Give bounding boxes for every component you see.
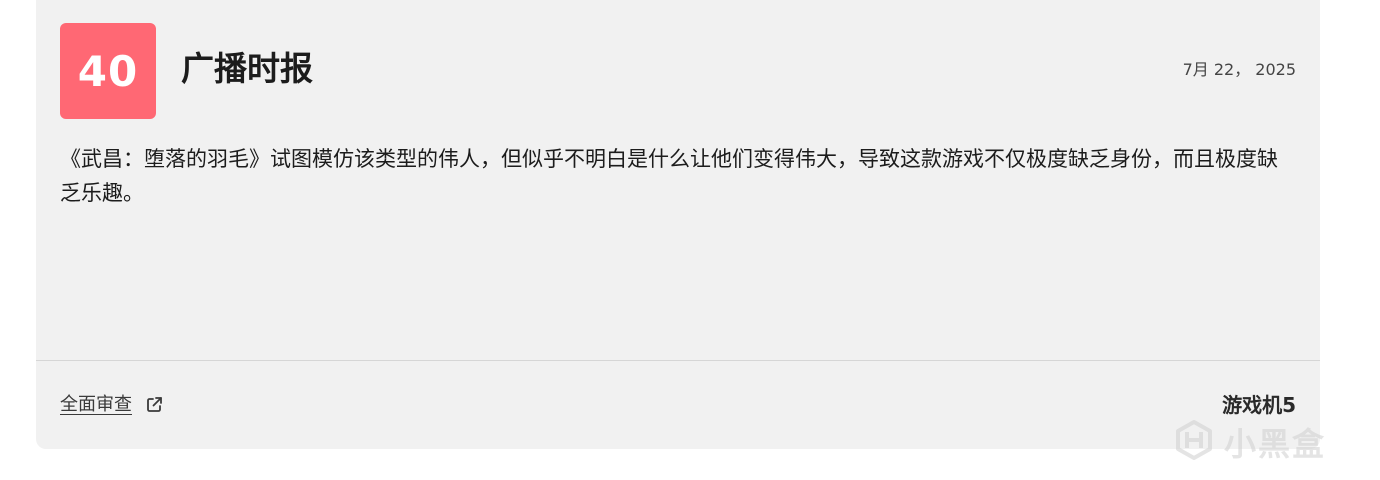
- divider: [36, 360, 1320, 361]
- full-review-link[interactable]: 全面审查: [60, 394, 164, 416]
- external-link-icon: [144, 395, 164, 415]
- review-quote: 《武昌：堕落的羽毛》试图模仿该类型的伟人，但似乎不明白是什么让他们变得伟大，导致…: [60, 147, 1278, 205]
- heybox-logo-icon: [1172, 418, 1216, 466]
- outlet-name: 广播时报: [181, 49, 313, 88]
- platform-label: 游戏机5: [1222, 393, 1296, 417]
- watermark-text: 小黑盒: [1224, 425, 1327, 463]
- review-date: 7月 22， 2025: [1182, 60, 1296, 79]
- full-review-label: 全面审查: [60, 394, 132, 415]
- review-card: 40 广播时报 7月 22， 2025 《武昌：堕落的羽毛》试图模仿该类型的伟人…: [36, 0, 1320, 449]
- score-badge: 40: [60, 23, 156, 119]
- heybox-watermark: 小黑盒: [1172, 418, 1326, 466]
